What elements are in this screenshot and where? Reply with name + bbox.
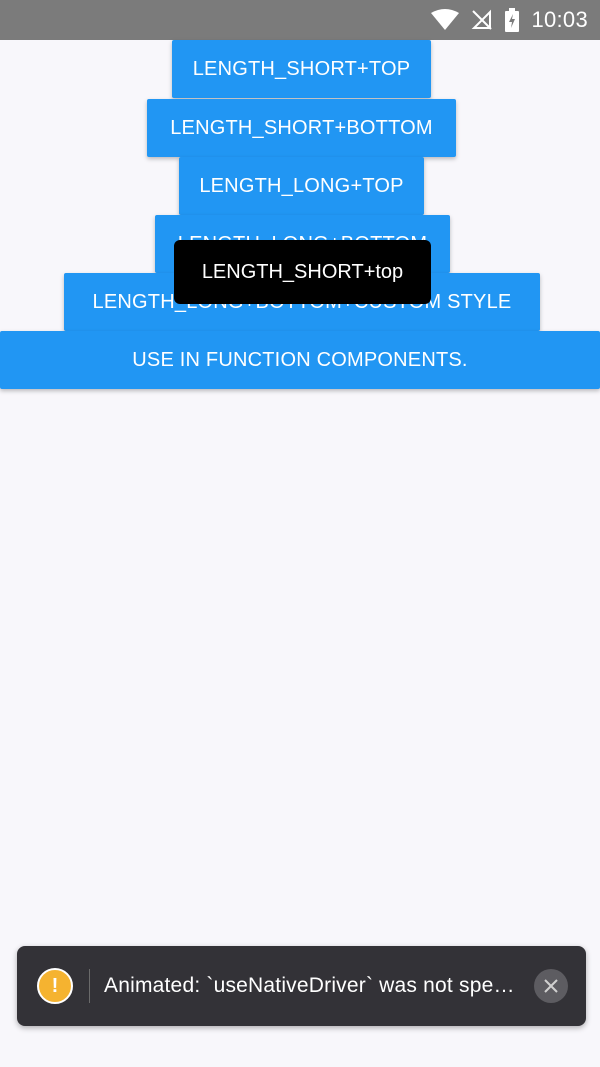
length-short-top-button[interactable]: LENGTH_SHORT+TOP [172, 40, 431, 98]
warning-message[interactable]: Animated: `useNativeDriver` was not spec… [104, 974, 516, 998]
logbox-warning[interactable]: ! Animated: `useNativeDriver` was not sp… [17, 946, 586, 1026]
battery-charging-icon [505, 8, 520, 32]
status-bar: 10:03 [0, 0, 600, 40]
use-in-function-components-button[interactable]: USE IN FUNCTION COMPONENTS. [0, 331, 600, 389]
status-time: 10:03 [531, 7, 588, 32]
warning-icon: ! [37, 968, 73, 1004]
length-long-top-button[interactable]: LENGTH_LONG+TOP [179, 157, 424, 215]
no-signal-icon [471, 9, 493, 31]
length-short-bottom-button[interactable]: LENGTH_SHORT+BOTTOM [147, 99, 456, 157]
toast-message: LENGTH_SHORT+top [174, 240, 431, 304]
divider [89, 969, 90, 1003]
wifi-icon [431, 9, 460, 31]
close-icon[interactable] [534, 969, 568, 1003]
